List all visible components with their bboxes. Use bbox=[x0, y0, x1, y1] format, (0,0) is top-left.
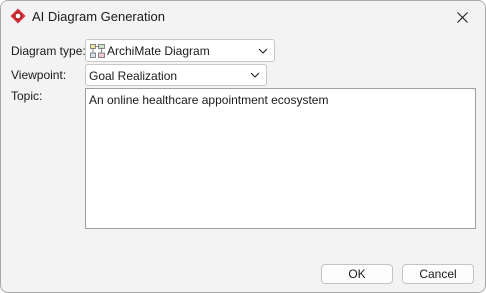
close-button[interactable] bbox=[439, 1, 485, 33]
chevron-down-icon bbox=[250, 72, 260, 78]
cancel-button[interactable]: Cancel bbox=[402, 264, 474, 284]
ok-button[interactable]: OK bbox=[321, 264, 393, 284]
topic-textarea[interactable]: An online healthcare appointment ecosyst… bbox=[85, 88, 476, 229]
archimate-diagram-icon bbox=[90, 44, 105, 58]
diagram-type-value: ArchiMate Diagram bbox=[107, 44, 210, 58]
close-icon bbox=[456, 11, 468, 23]
ai-diagram-generation-dialog: AI Diagram Generation Diagram type: Arch… bbox=[0, 0, 486, 293]
window-title: AI Diagram Generation bbox=[32, 9, 165, 24]
diagram-type-label: Diagram type: bbox=[11, 44, 86, 58]
title-bar: AI Diagram Generation bbox=[1, 1, 485, 33]
topic-label: Topic: bbox=[11, 89, 43, 103]
viewpoint-label: Viewpoint: bbox=[11, 68, 67, 82]
viewpoint-select[interactable]: Goal Realization bbox=[85, 64, 267, 86]
diagram-type-select[interactable]: ArchiMate Diagram bbox=[85, 39, 275, 62]
chevron-down-icon bbox=[258, 48, 268, 54]
app-logo-icon bbox=[10, 8, 26, 24]
viewpoint-value: Goal Realization bbox=[89, 69, 178, 83]
